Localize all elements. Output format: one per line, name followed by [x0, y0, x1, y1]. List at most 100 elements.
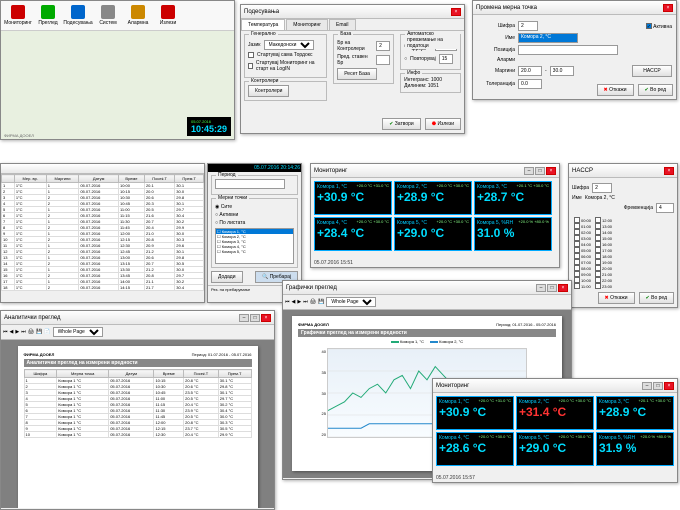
controllers-button[interactable]: Контролери — [248, 85, 289, 97]
chart-heading: Графички преглед на измерени вредности — [298, 329, 556, 337]
close-icon[interactable]: × — [664, 382, 674, 390]
table-row[interactable]: 181°C205.07.201614:1521.730.4 — [2, 285, 204, 291]
reset-db-button[interactable]: Ресет База — [337, 68, 377, 80]
sensor-tile[interactable]: Комора 1, °C+30.9 °C+20.0 °C +31.0 °C — [314, 181, 392, 215]
clock-widget: 05.07.2016 10:45:29 — [187, 117, 231, 136]
prev-page-icon[interactable]: ◀ — [292, 299, 296, 305]
settings-title: Подесувања — [244, 9, 279, 15]
tab-Мониторинг[interactable]: Мониторинг — [286, 19, 328, 30]
close-icon[interactable]: × — [663, 4, 673, 12]
add-button[interactable]: Додади — [211, 271, 243, 283]
toolbar-Преглед[interactable]: Преглед — [35, 5, 61, 26]
export-icon[interactable]: 📄 — [44, 329, 50, 335]
print-icon[interactable]: 🖨 — [310, 299, 316, 305]
chart-org: ФИРМА ДООЕЛ — [298, 322, 329, 327]
sensor-tile[interactable]: Комора 3, °C+28.9 °C+20.1 °C +30.0 °C — [596, 396, 674, 430]
next-page-icon[interactable]: ▶ — [15, 329, 19, 335]
save-icon[interactable]: 💾 — [318, 299, 324, 305]
radio-Активни[interactable]: ○ Активни — [215, 212, 294, 218]
sensor-tile[interactable]: Комора 3, °C+28.7 °C+20.1 °C +30.0 °C — [474, 181, 552, 215]
tol-input[interactable] — [518, 79, 542, 89]
settings-dialog: Подесувања × ТемператураМониторингEmail … — [240, 4, 465, 134]
col-header[interactable]: Датум — [79, 175, 119, 183]
maximize-icon[interactable]: □ — [547, 284, 557, 292]
tab-Температура[interactable]: Температура — [241, 19, 285, 30]
sensor-tile[interactable]: Комора 1, °C+30.9 °C+20.0 °C +31.0 °C — [436, 396, 514, 430]
exit-button[interactable]: ⬣ Излези — [425, 118, 461, 130]
ok-button[interactable]: ✔ Во ред — [638, 84, 673, 96]
h-cancel-button[interactable]: ✖ Откажи — [598, 292, 635, 304]
h-ok-button[interactable]: ✔ Во ред — [639, 292, 674, 304]
minimize-icon[interactable]: – — [642, 382, 652, 390]
next-page-icon[interactable]: ▶ — [297, 299, 301, 305]
sensor-tile[interactable]: Комора 5, %RH31.9 %+20.0 % +80.0 % — [596, 432, 674, 466]
toolbar-Алармнa[interactable]: Алармнa — [125, 5, 151, 26]
last-page-icon[interactable]: ⏭ — [303, 299, 308, 305]
toolbar-Мониторинг[interactable]: Мониторинг — [5, 5, 31, 26]
chk-monstart[interactable] — [248, 63, 253, 69]
time-slot[interactable]: 11:00 — [574, 283, 591, 289]
first-page-icon[interactable]: ⏮ — [285, 299, 290, 305]
col-header[interactable] — [2, 175, 15, 183]
radio-По листата[interactable]: ○ По листата — [215, 220, 294, 226]
pos-input[interactable] — [518, 45, 618, 55]
group-auto: Автоматско превземање на податоци — [405, 31, 460, 49]
sensor-tile[interactable]: Комора 4, °C+28.6 °C+20.0 °C +30.0 °C — [436, 432, 514, 466]
haccp-button[interactable]: HACCP — [632, 65, 672, 77]
col-header[interactable]: Време — [118, 175, 144, 183]
sensor-tile[interactable]: Комора 2, °C+31.4 °C+20.0 °C +30.0 °C — [516, 396, 594, 430]
marg-hi-input[interactable] — [550, 66, 574, 76]
time-slot[interactable]: 23:00 — [595, 283, 612, 289]
first-page-icon[interactable]: ⏮ — [3, 329, 8, 335]
toolbar-Подесувања[interactable]: Подесувања — [65, 5, 91, 26]
chk-autostart[interactable] — [248, 52, 254, 58]
close-icon[interactable]: × — [664, 167, 674, 175]
active-checkbox[interactable]: ✓ — [646, 23, 652, 29]
maximize-icon[interactable]: □ — [535, 167, 545, 175]
period-input[interactable] — [376, 55, 390, 65]
minimize-icon[interactable]: – — [536, 284, 546, 292]
shifra-input[interactable] — [518, 21, 538, 31]
tab-Email[interactable]: Email — [329, 19, 356, 30]
close-button[interactable]: ✔ Затвори — [382, 118, 421, 130]
close-icon[interactable]: × — [558, 284, 568, 292]
h-shifra-input[interactable] — [592, 183, 612, 193]
zoom-select[interactable]: Whole Page — [53, 327, 103, 337]
maximize-icon[interactable]: □ — [653, 382, 663, 390]
dbnum-input[interactable] — [376, 41, 390, 51]
col-header[interactable]: Маргини — [46, 175, 79, 183]
close-icon[interactable]: × — [261, 314, 271, 322]
sensor-tile[interactable]: Комора 4, °C+28.4 °C+20.0 °C +30.0 °C — [314, 217, 392, 251]
col-header[interactable]: Посеќ.Т — [144, 175, 174, 183]
minimize-icon[interactable]: – — [239, 314, 249, 322]
radio-Сите[interactable]: ◉ Сите — [215, 204, 294, 210]
close-icon[interactable]: × — [451, 8, 461, 16]
zoom-select[interactable]: Whole Page — [326, 297, 376, 307]
cancel-button[interactable]: ✖ Откажи — [597, 84, 634, 96]
log-table: Мер. вр.МаргиниДатумВремеПосеќ.ТПрем.Т11… — [1, 174, 204, 291]
last-page-icon[interactable]: ⏭ — [21, 329, 26, 335]
save-icon[interactable]: 💾 — [36, 329, 42, 335]
marg-lo-input[interactable] — [518, 66, 542, 76]
sensor-tile[interactable]: Комора 2, °C+28.9 °C+20.0 °C +30.0 °C — [394, 181, 472, 215]
toolbar-Излези[interactable]: Излези — [155, 5, 181, 26]
minimize-icon[interactable]: – — [524, 167, 534, 175]
repeat-input[interactable] — [439, 54, 453, 64]
group-general: Генерално — [249, 31, 278, 37]
prev-page-icon[interactable]: ◀ — [10, 329, 14, 335]
maximize-icon[interactable]: □ — [250, 314, 260, 322]
h-freq-input[interactable] — [656, 203, 674, 213]
col-header[interactable]: Мер. вр. — [14, 175, 46, 183]
list-item[interactable]: ☐ Комора 5, °C — [216, 249, 293, 254]
clock-time: 10:45:29 — [191, 124, 227, 134]
ime-input[interactable]: Комора 2, °C — [518, 33, 578, 43]
toolbar-Систем[interactable]: Систем — [95, 5, 121, 26]
sensor-tile[interactable]: Комора 5, %RH31.0 %+20.0 % +80.0 % — [474, 217, 552, 251]
col-header[interactable]: Прем.Т — [175, 175, 204, 183]
print-icon[interactable]: 🖨 — [28, 329, 34, 335]
sensor-tile[interactable]: Комора 5, °C+29.0 °C+20.0 °C +30.0 °C — [516, 432, 594, 466]
sensor-tile[interactable]: Комора 5, °C+29.0 °C+20.0 °C +30.0 °C — [394, 217, 472, 251]
lang-select[interactable]: Македонски — [264, 40, 314, 50]
close-icon[interactable]: × — [546, 167, 556, 175]
date-from-input[interactable] — [215, 179, 285, 189]
